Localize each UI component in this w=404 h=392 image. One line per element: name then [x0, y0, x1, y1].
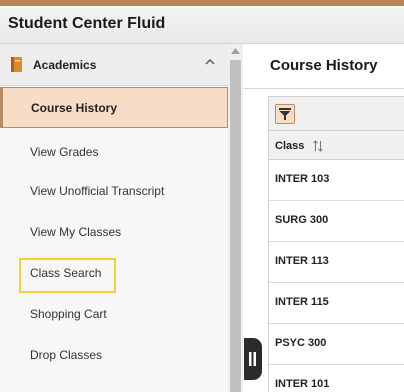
column-header-class[interactable]: Class: [275, 140, 304, 152]
sidebar-item-label: Shopping Cart: [30, 307, 107, 321]
section-academics[interactable]: Academics: [0, 44, 228, 86]
table-row[interactable]: SURG 300: [269, 201, 404, 242]
sidebar: Academics Course History View Grades Vie…: [0, 44, 243, 392]
scroll-up-arrow-icon[interactable]: [231, 48, 240, 54]
scrollbar-thumb[interactable]: [230, 60, 241, 392]
table-row[interactable]: INTER 103: [269, 160, 404, 201]
table-row[interactable]: INTER 101: [269, 365, 404, 392]
app-header: Student Center Fluid: [0, 0, 404, 44]
sidebar-nav: Academics Course History View Grades Vie…: [0, 44, 228, 392]
course-history-grid: Class INTER 103 SURG 300 INTER 113 INTER…: [268, 130, 404, 392]
sidebar-item-view-grades[interactable]: View Grades: [0, 132, 228, 173]
book-icon: [11, 57, 22, 72]
page-title: Course History: [270, 57, 378, 74]
filter-button[interactable]: [275, 104, 295, 124]
sidebar-item-view-my-classes[interactable]: View My Classes: [0, 212, 228, 253]
sort-icon[interactable]: [313, 140, 323, 152]
table-row[interactable]: PSYC 300: [269, 324, 404, 365]
sidebar-item-shopping-cart[interactable]: Shopping Cart: [0, 294, 228, 335]
grid-header[interactable]: Class: [269, 130, 404, 160]
sidebar-scrollbar[interactable]: [228, 44, 243, 392]
class-cell: SURG 300: [275, 214, 329, 226]
sidebar-item-course-history[interactable]: Course History: [0, 87, 228, 128]
collapse-sidebar-handle[interactable]: [244, 338, 262, 380]
section-label: Academics: [33, 58, 97, 72]
class-search-highlight: [19, 258, 116, 293]
chevron-up-icon[interactable]: [204, 56, 216, 68]
filter-icon: [279, 108, 291, 120]
class-cell: INTER 101: [275, 378, 330, 390]
class-cell: PSYC 300: [275, 337, 327, 349]
title-divider: [244, 88, 404, 89]
grid-toolbar: [268, 96, 404, 130]
sidebar-item-label: Drop Classes: [30, 348, 103, 362]
app-title: Student Center Fluid: [8, 15, 166, 32]
table-row[interactable]: INTER 113: [269, 242, 404, 283]
sidebar-item-drop-classes[interactable]: Drop Classes: [0, 335, 228, 376]
pause-bars-icon: [249, 352, 256, 366]
sidebar-item-label: View Unofficial Transcript: [30, 184, 165, 198]
sidebar-item-label: Course History: [31, 101, 118, 115]
sidebar-item-label: View My Classes: [30, 225, 122, 239]
sidebar-item-label: View Grades: [30, 145, 99, 159]
class-cell: INTER 113: [275, 255, 329, 267]
main-content: Course History Class INTER 103 SURG 300: [244, 44, 404, 392]
class-cell: INTER 115: [275, 296, 329, 308]
table-row[interactable]: INTER 115: [269, 283, 404, 324]
sidebar-item-view-unofficial-transcript[interactable]: View Unofficial Transcript: [0, 171, 228, 212]
class-cell: INTER 103: [275, 173, 330, 185]
